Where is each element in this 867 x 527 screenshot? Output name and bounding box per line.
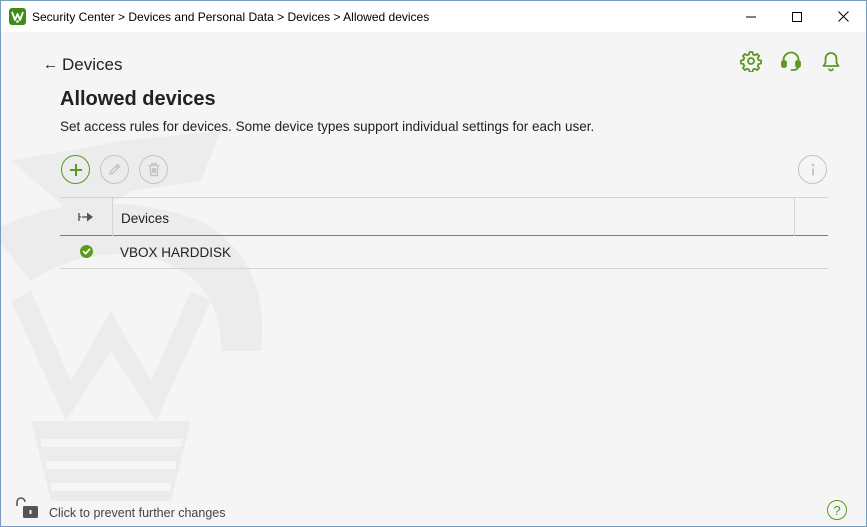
connection-icon xyxy=(78,212,93,222)
pencil-icon xyxy=(109,163,121,175)
check-icon xyxy=(80,245,93,258)
devices-table: Devices VBOX HARDDISK xyxy=(60,197,828,269)
help-icon[interactable]: ? xyxy=(827,500,847,520)
gear-icon xyxy=(740,51,762,72)
maximize-icon xyxy=(792,11,802,22)
minimize-button[interactable] xyxy=(728,1,774,32)
drweb-watermark-logo xyxy=(1,131,263,501)
support-button[interactable] xyxy=(779,49,803,73)
app-window: Security Center > Devices and Personal D… xyxy=(0,0,867,527)
trash-icon xyxy=(148,162,159,177)
page-title: Allowed devices xyxy=(60,88,216,110)
notifications-button[interactable] xyxy=(819,49,843,73)
device-name: VBOX HARDDISK xyxy=(120,245,232,260)
maximize-button[interactable] xyxy=(774,1,820,32)
info-button[interactable] xyxy=(798,155,827,184)
unlocked-padlock-icon[interactable] xyxy=(14,496,40,520)
column-header-devices[interactable]: Devices xyxy=(121,211,169,226)
close-icon xyxy=(837,11,849,22)
back-label: Devices xyxy=(62,55,123,74)
close-button[interactable] xyxy=(820,1,866,32)
window-title: Security Center > Devices and Personal D… xyxy=(32,10,430,24)
prevent-changes-link[interactable]: Click to prevent further changes xyxy=(49,506,225,520)
table-header: Devices xyxy=(60,197,828,236)
plus-icon xyxy=(69,163,82,176)
minimize-icon xyxy=(746,16,756,17)
column-divider xyxy=(112,198,113,236)
column-divider xyxy=(794,198,795,236)
page-description: Set access rules for devices. Some devic… xyxy=(60,119,595,134)
info-icon xyxy=(811,163,814,175)
title-bar: Security Center > Devices and Personal D… xyxy=(1,1,866,32)
drweb-spider-icon xyxy=(9,8,26,25)
bell-icon xyxy=(822,52,840,72)
edit-device-button[interactable] xyxy=(100,155,129,184)
back-link[interactable]: ← Devices xyxy=(43,55,122,75)
delete-device-button[interactable] xyxy=(139,155,168,184)
add-device-button[interactable] xyxy=(61,155,90,184)
headset-icon xyxy=(781,51,801,71)
back-arrow-icon: ← xyxy=(43,56,58,73)
table-row[interactable]: VBOX HARDDISK xyxy=(60,236,828,269)
settings-button[interactable] xyxy=(739,49,763,73)
